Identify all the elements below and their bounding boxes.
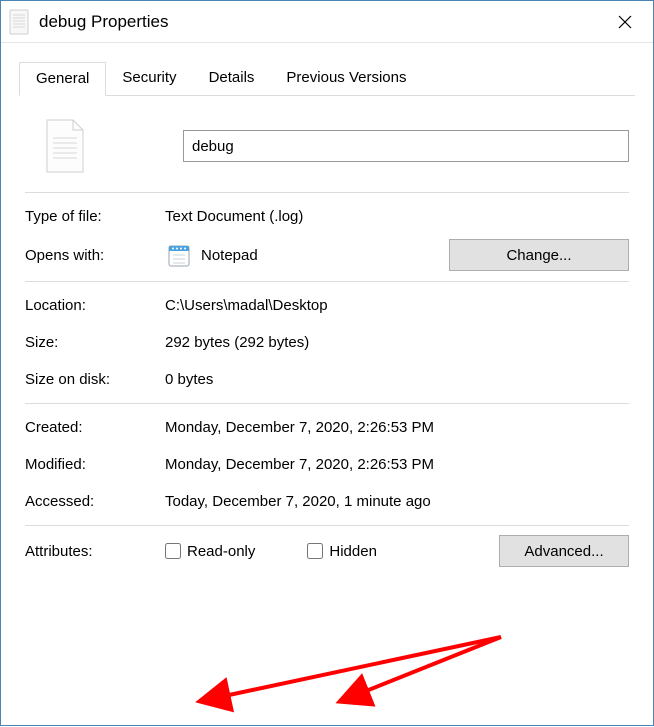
separator: [25, 192, 629, 193]
hidden-label: Hidden: [329, 543, 377, 560]
change-button[interactable]: Change...: [449, 239, 629, 271]
tab-content: Type of file: Text Document (.log) Opens…: [19, 96, 635, 567]
value-location: C:\Users\madal\Desktop: [165, 297, 629, 314]
label-modified: Modified:: [25, 456, 165, 473]
value-type-of-file: Text Document (.log): [165, 208, 629, 225]
label-size-on-disk: Size on disk:: [25, 371, 165, 388]
row-created: Created: Monday, December 7, 2020, 2:26:…: [25, 413, 629, 441]
value-size: 292 bytes (292 bytes): [165, 334, 629, 351]
value-created: Monday, December 7, 2020, 2:26:53 PM: [165, 419, 629, 436]
filename-input[interactable]: [183, 130, 629, 162]
notepad-icon: [165, 241, 193, 269]
tab-previous-versions[interactable]: Previous Versions: [270, 62, 422, 96]
readonly-label: Read-only: [187, 543, 255, 560]
row-size-on-disk: Size on disk: 0 bytes: [25, 365, 629, 393]
attribute-hidden[interactable]: Hidden: [307, 543, 377, 560]
advanced-button[interactable]: Advanced...: [499, 535, 629, 567]
titlebar: debug Properties: [1, 1, 653, 43]
file-icon-small: [9, 10, 29, 34]
row-location: Location: C:\Users\madal\Desktop: [25, 291, 629, 319]
close-button[interactable]: [605, 7, 645, 37]
label-created: Created:: [25, 419, 165, 436]
attribute-readonly[interactable]: Read-only: [165, 543, 255, 560]
filename-row: [25, 118, 629, 174]
separator: [25, 281, 629, 282]
value-modified: Monday, December 7, 2020, 2:26:53 PM: [165, 456, 629, 473]
row-opens-with: Opens with:: [25, 239, 629, 271]
file-icon-large: [43, 118, 87, 174]
window-title: debug Properties: [39, 12, 605, 32]
label-location: Location:: [25, 297, 165, 314]
tab-strip: General Security Details Previous Versio…: [19, 61, 635, 96]
label-opens-with: Opens with:: [25, 247, 165, 264]
row-type-of-file: Type of file: Text Document (.log): [25, 202, 629, 230]
label-type-of-file: Type of file:: [25, 208, 165, 225]
label-accessed: Accessed:: [25, 493, 165, 510]
readonly-checkbox[interactable]: [165, 543, 181, 559]
value-opens-with: Notepad: [201, 247, 258, 264]
properties-window: debug Properties General Security Detail…: [0, 0, 654, 726]
separator: [25, 525, 629, 526]
value-size-on-disk: 0 bytes: [165, 371, 629, 388]
label-size: Size:: [25, 334, 165, 351]
row-size: Size: 292 bytes (292 bytes): [25, 328, 629, 356]
row-modified: Modified: Monday, December 7, 2020, 2:26…: [25, 450, 629, 478]
close-icon: [618, 15, 632, 29]
value-accessed: Today, December 7, 2020, 1 minute ago: [165, 493, 629, 510]
client-area: General Security Details Previous Versio…: [1, 43, 653, 567]
separator: [25, 403, 629, 404]
row-attributes: Attributes: Read-only Hidden Advanced...: [25, 535, 629, 567]
tab-details[interactable]: Details: [193, 62, 271, 96]
tab-general[interactable]: General: [19, 62, 106, 96]
hidden-checkbox[interactable]: [307, 543, 323, 559]
label-attributes: Attributes:: [25, 543, 165, 560]
tab-security[interactable]: Security: [106, 62, 192, 96]
row-accessed: Accessed: Today, December 7, 2020, 1 min…: [25, 487, 629, 515]
